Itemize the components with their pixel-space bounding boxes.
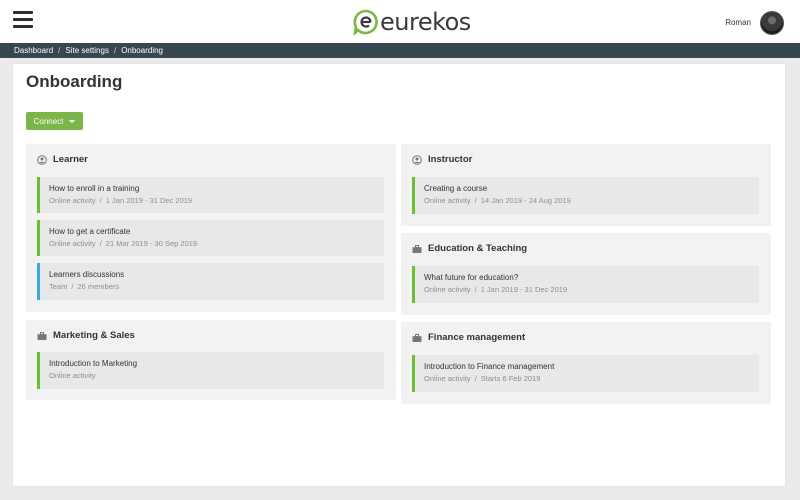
group-title: Finance management <box>428 332 526 343</box>
group-finance-management: Finance management Introduction to Finan… <box>401 322 771 404</box>
briefcase-icon <box>412 333 422 342</box>
list-item[interactable]: What future for education? Online activi… <box>412 266 759 303</box>
item-title: Introduction to Marketing <box>49 359 138 368</box>
list-item[interactable]: How to enroll in a training Online activ… <box>37 177 384 213</box>
user-icon <box>412 154 422 165</box>
page-title: Onboarding <box>26 72 123 91</box>
breadcrumb-separator: / <box>58 46 61 55</box>
item-meta: Team/26 members <box>49 282 120 291</box>
item-meta: Online activity / Starts 6 Feb 2019 <box>424 374 541 383</box>
breadcrumb: Dashboard / Site settings / Onboarding <box>0 43 800 58</box>
item-meta: Online activity/21 Mar 2019 - 30 Sep 201… <box>49 239 198 248</box>
group-header: Instructor <box>412 154 472 165</box>
caret-down-icon <box>69 119 76 123</box>
item-title: What future for education? <box>424 273 519 282</box>
top-bar: eurekos Roman <box>0 0 800 43</box>
breadcrumb-site-settings[interactable]: Site settings <box>65 46 109 55</box>
logo-text: eurekos <box>380 8 471 36</box>
item-title: How to enroll in a training <box>49 184 140 193</box>
list-item[interactable]: Learners discussions Team/26 members <box>37 263 384 300</box>
list-item[interactable]: Introduction to Finance management Onlin… <box>412 355 759 392</box>
item-title: Creating a course <box>424 184 488 193</box>
breadcrumb-onboarding: Onboarding <box>121 46 163 55</box>
user-name: Roman <box>725 18 751 27</box>
breadcrumb-separator: / <box>113 46 117 55</box>
connect-button-label: Connect <box>33 116 64 126</box>
logo[interactable]: eurekos <box>353 9 471 35</box>
item-title: How to get a certificate <box>49 227 131 236</box>
item-meta: Online activity/1 Jan 2019 - 31 Dec 2019 <box>49 196 193 205</box>
list-item[interactable]: How to get a certificate Online activity… <box>37 220 384 256</box>
group-marketing-sales: Marketing & Sales Introduction to Market… <box>26 320 396 400</box>
group-header: Education & Teaching <box>412 243 527 254</box>
connect-button[interactable]: Connect <box>26 112 83 130</box>
group-title: Learner <box>53 154 88 165</box>
group-education-teaching: Education & Teaching What future for edu… <box>401 233 771 315</box>
item-title: Introduction to Finance management <box>424 362 555 371</box>
item-title: Learners discussions <box>49 270 125 279</box>
user-menu[interactable]: Roman <box>725 10 784 35</box>
user-icon <box>37 154 47 165</box>
group-title: Instructor <box>428 154 473 165</box>
breadcrumb-dashboard[interactable]: Dashboard <box>14 46 53 55</box>
avatar[interactable] <box>760 10 784 35</box>
group-header: Marketing & Sales <box>37 330 135 341</box>
group-learner: Learner How to enroll in a training Onli… <box>26 144 396 312</box>
group-header: Finance management <box>412 332 525 343</box>
logo-mark-icon <box>353 9 378 35</box>
item-meta: Online activity/14 Jan 2019 - 24 Aug 201… <box>424 196 571 205</box>
list-item[interactable]: Creating a course Online activity/14 Jan… <box>412 177 759 214</box>
group-title: Education & Teaching <box>428 243 528 254</box>
list-item[interactable]: Introduction to Marketing Online activit… <box>37 352 384 389</box>
group-header: Learner <box>37 154 88 165</box>
group-title: Marketing & Sales <box>53 330 135 341</box>
item-meta: Online activity/1 Jan 2019 - 31 Dec 2019 <box>424 285 568 294</box>
briefcase-icon <box>412 244 422 253</box>
menu-icon[interactable] <box>13 11 33 29</box>
group-instructor: Instructor Creating a course Online acti… <box>401 144 771 226</box>
briefcase-icon <box>37 331 47 340</box>
item-meta: Online activity <box>49 371 96 380</box>
